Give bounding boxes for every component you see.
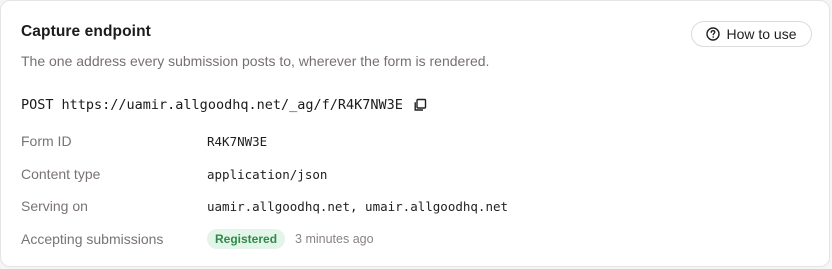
- content-type-value: application/json: [207, 166, 328, 182]
- content-type-label: Content type: [21, 166, 101, 182]
- capture-endpoint-card: Capture endpoint The one address every s…: [0, 0, 830, 267]
- card-title: Capture endpoint: [21, 23, 151, 40]
- endpoint-url: https://uamir.allgoodhq.net/_ag/f/R4K7NW…: [61, 97, 403, 113]
- endpoint-line: POST https://uamir.allgoodhq.net/_ag/f/R…: [21, 97, 427, 113]
- serving-on-value: uamir.allgoodhq.net, umair.allgoodhq.net: [207, 198, 509, 214]
- accepting-submissions-label: Accepting submissions: [21, 231, 164, 247]
- serving-on-label: Serving on: [21, 198, 88, 214]
- how-to-use-label: How to use: [726, 26, 797, 42]
- status-badge: Registered: [207, 229, 286, 249]
- detail-row-accepting-submissions: Accepting submissions Registered 3 minut…: [21, 228, 374, 250]
- how-to-use-button[interactable]: How to use: [691, 21, 812, 47]
- question-circle-icon: [706, 27, 721, 41]
- copy-icon[interactable]: [413, 98, 427, 112]
- status-timestamp: 3 minutes ago: [295, 232, 374, 246]
- http-method: POST: [21, 97, 54, 113]
- detail-row-content-type: Content type application/json: [21, 163, 327, 185]
- form-id-value: R4K7NW3E: [207, 133, 268, 149]
- form-id-label: Form ID: [21, 133, 72, 149]
- detail-row-form-id: Form ID R4K7NW3E: [21, 130, 267, 152]
- detail-row-serving-on: Serving on uamir.allgoodhq.net, umair.al…: [21, 195, 508, 217]
- card-subtitle: The one address every submission posts t…: [21, 53, 490, 69]
